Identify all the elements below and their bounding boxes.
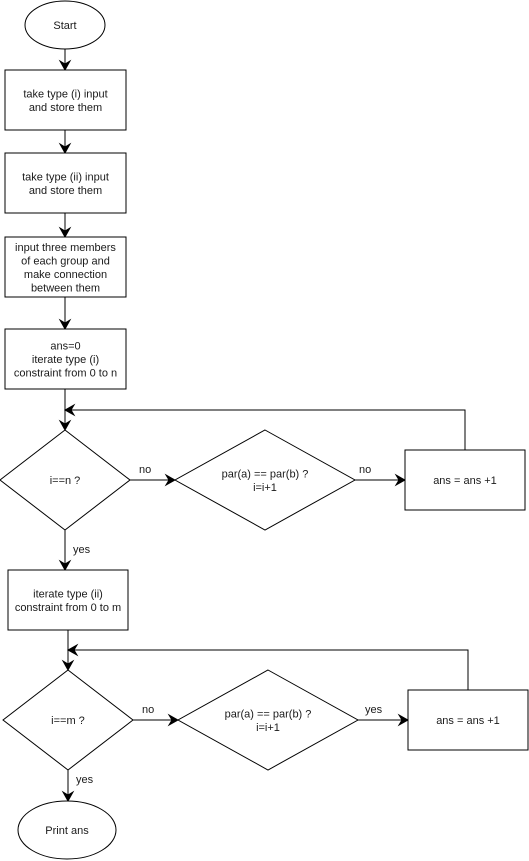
node-init-loop-i[interactable]: ans=0iterate type (i) constraint from 0 t… xyxy=(4,328,127,390)
node-label-line: ans=0 xyxy=(50,341,80,353)
node-label-line: par(a) == par(b) ? xyxy=(225,708,312,720)
node-label-line: iterate type (ii) xyxy=(33,588,103,600)
edge-check-i-eq-m-to-print-ans[interactable] xyxy=(61,770,75,803)
edge-input-type-i-to-input-type-ii[interactable] xyxy=(58,130,72,155)
edge-label: yes xyxy=(365,704,383,716)
node-ans-inc-2[interactable]: ans = ans +1 xyxy=(407,689,529,751)
node-init-loop-ii[interactable]: iterate type (ii) constraint from 0 to m xyxy=(7,569,129,631)
node-label-line: and store them xyxy=(29,185,102,197)
node-start[interactable]: Start xyxy=(24,0,106,50)
node-check-i-eq-m[interactable]: i==m ? xyxy=(2,669,134,771)
edge-check-i-eq-n-to-par-check-1[interactable] xyxy=(130,473,177,487)
node-check-i-eq-n[interactable]: i==n ? xyxy=(0,429,131,531)
node-label-line: of each group and xyxy=(21,255,110,267)
node-input-type-ii[interactable]: take type (ii) input and store them xyxy=(4,152,127,214)
edge-label: yes xyxy=(73,544,91,556)
node-par-check-1[interactable]: par(a) == par(b) ? i=i+1 xyxy=(173,429,357,531)
node-par-check-2[interactable]: par(a) == par(b) ? i=i+1 xyxy=(176,669,360,771)
node-label-line: ans = ans +1 xyxy=(436,715,500,727)
node-label-line: ans = ans +1 xyxy=(433,475,497,487)
edge-label: no xyxy=(359,464,371,476)
flowchart-canvas: Starttake type (i) inputand store themta… xyxy=(0,0,529,860)
edge-start-to-input-type-i[interactable] xyxy=(58,49,72,72)
node-label-line: i==n ? xyxy=(50,475,81,487)
edge-label: no xyxy=(139,464,151,476)
node-label-line: input three members xyxy=(15,242,116,254)
edge-input-groups-to-init-loop-i[interactable] xyxy=(58,297,72,331)
node-label-line: and store them xyxy=(29,102,102,114)
node-ans-inc-1[interactable]: ans = ans +1 xyxy=(404,449,526,511)
edge-input-type-ii-to-input-groups[interactable] xyxy=(58,213,72,239)
edge-check-i-eq-m-to-par-check-2[interactable] xyxy=(133,713,180,727)
node-label-line: between them xyxy=(31,282,100,294)
node-label-line: i=i+1 xyxy=(253,482,277,494)
node-label-line: par(a) == par(b) ? xyxy=(222,468,309,480)
edge-check-i-eq-n-to-init-loop-ii[interactable] xyxy=(58,530,72,572)
node-label-line: i==m ? xyxy=(51,715,85,727)
node-label-line: make connection xyxy=(24,269,107,281)
node-label-line: Start xyxy=(53,20,76,32)
node-input-type-i[interactable]: take type (i) input and store them xyxy=(4,69,127,131)
edge-label: yes xyxy=(76,774,94,786)
edge-label: no xyxy=(142,704,154,716)
node-label-line: constraint from 0 to m xyxy=(15,602,121,614)
node-label-line: iterate type (i) xyxy=(32,354,99,366)
node-label-line: i=i+1 xyxy=(256,722,280,734)
node-label-line: constraint from 0 to n xyxy=(14,368,117,380)
node-print-ans[interactable]: Print ans xyxy=(17,800,117,860)
node-input-groups[interactable]: input three membersof each group and make… xyxy=(4,236,127,298)
edge-par-check-1-to-ans-inc-1[interactable] xyxy=(355,473,407,487)
node-label-line: take type (i) input xyxy=(23,88,107,100)
node-label-line: take type (ii) input xyxy=(22,171,109,183)
nodes-layer: Starttake type (i) inputand store themta… xyxy=(0,0,529,860)
node-label-line: Print ans xyxy=(45,825,89,837)
edge-par-check-2-to-ans-inc-2[interactable] xyxy=(358,713,410,727)
